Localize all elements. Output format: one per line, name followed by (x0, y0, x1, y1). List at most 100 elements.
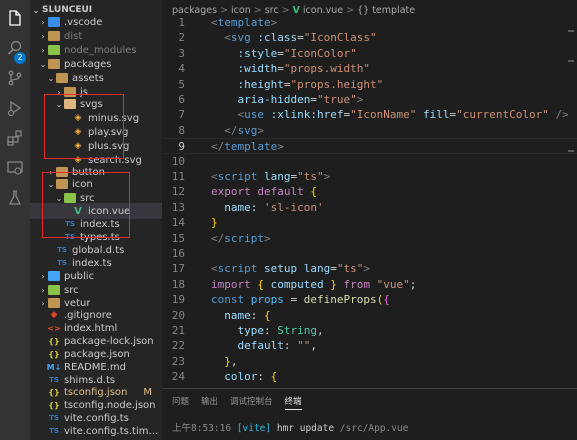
run-debug-icon[interactable] (5, 98, 25, 118)
code-text: </template> (211, 140, 284, 154)
line-number: 11 (171, 170, 185, 183)
breadcrumb-item[interactable]: packages (172, 5, 217, 16)
activity-bar: 2 (0, 0, 30, 440)
tab-terminal[interactable]: 终端 (284, 395, 302, 410)
files-icon[interactable] (5, 8, 25, 28)
tree-item-label: types.ts (80, 231, 120, 243)
code-text: </script> (211, 231, 271, 245)
code-text: } (211, 216, 218, 230)
line-number: 21 (171, 324, 185, 337)
code-line[interactable]: 10 (162, 154, 577, 169)
terminal-message: hmr update (276, 423, 335, 434)
svg-file-icon: ◈ (74, 141, 82, 151)
folder-public-icon (48, 271, 60, 281)
code-line[interactable]: 15 </script> (162, 231, 577, 246)
code-text: name: 'sl-icon' (224, 200, 324, 214)
code-text: type: String, (237, 324, 324, 337)
terminal-tag: [vite] (236, 423, 272, 434)
tree-item-label: icon (72, 178, 93, 190)
line-number: 15 (171, 231, 185, 245)
line-number: 8 (178, 123, 185, 137)
code-line[interactable]: 23 }, (162, 354, 577, 369)
panel-tabs: 问题 输出 调试控制台 终端 (172, 395, 302, 410)
git-file-icon: ◆ (50, 310, 58, 320)
code-line[interactable]: 6 aria-hidden="true"> (162, 92, 577, 107)
tree-item-label: README.md (64, 361, 127, 373)
svg-file-icon: ◈ (74, 113, 82, 123)
vue-file-icon: V (74, 205, 82, 217)
folder-src-icon (64, 193, 76, 203)
breadcrumb-item[interactable]: {} template (357, 5, 415, 16)
code-line[interactable]: 4 :width="props.width" (162, 61, 577, 76)
code-line[interactable]: 24 color: { (162, 369, 577, 384)
tree-item-label: vite.config.ts.timestamp-16... (64, 425, 162, 437)
code-line[interactable]: 21 type: String, (162, 323, 577, 338)
json-file-icon: {} (48, 336, 60, 346)
code-line[interactable]: 1 <template> (162, 15, 577, 30)
line-number: 24 (171, 370, 185, 384)
code-line[interactable]: 17 <script setup lang="ts"> (162, 261, 577, 276)
line-number: 7 (178, 108, 185, 122)
ts-file-icon: TS (57, 259, 67, 267)
folder-icon (48, 31, 60, 41)
folder-svg-icon (64, 99, 76, 109)
code-line[interactable]: 22 default: "", (162, 338, 577, 353)
tree-file[interactable]: TS vite.config.ts.timestamp-16... (30, 423, 162, 439)
chevron-right-icon: › (41, 17, 45, 27)
folder-vscode-icon (48, 17, 60, 27)
code-line[interactable]: 2 <svg :class="IconClass" (162, 30, 577, 45)
breadcrumb-item[interactable]: src (265, 5, 279, 16)
source-control-icon[interactable] (5, 68, 25, 88)
code-line[interactable]: 7 <use :xlink:href="IconName" fill="curr… (162, 107, 577, 122)
folder-icon (48, 59, 60, 69)
extensions-icon[interactable] (5, 128, 25, 148)
tree-item-label: packages (64, 58, 112, 70)
breadcrumb-separator: > (346, 4, 355, 16)
tree-item-label: vite.config.ts (64, 412, 129, 424)
html-file-icon: <> (47, 323, 61, 333)
code-line[interactable]: 19 const props = defineProps({ (162, 292, 577, 307)
line-number: 23 (171, 354, 185, 368)
tree-item-label: icon.vue (88, 205, 131, 217)
tab-debug-console[interactable]: 调试控制台 (230, 395, 273, 410)
code-text: <use :xlink:href="IconName" fill="curren… (237, 108, 569, 122)
code-text: }, (224, 354, 238, 368)
tree-item-label: package-lock.json (64, 335, 154, 347)
code-line[interactable]: 13 name: 'sl-icon' (162, 200, 577, 215)
line-number: 4 (178, 62, 185, 76)
chevron-down-icon: ⌄ (47, 179, 55, 189)
line-number: 1 (178, 16, 185, 29)
chevron-right-icon: › (41, 285, 45, 295)
remote-explorer-icon[interactable] (5, 158, 25, 178)
scm-badge: 2 (14, 52, 26, 64)
ts-file-icon: TS (65, 233, 75, 241)
code-line[interactable]: 3 :style="IconColor" (162, 46, 577, 61)
terminal-path: /src/App.vue (339, 423, 409, 434)
ts-file-icon: TS (57, 246, 67, 254)
code-line[interactable]: 11 <script lang="ts"> (162, 169, 577, 184)
ts-file-icon: TS (49, 414, 59, 422)
code-line[interactable]: 9 </template> (162, 138, 577, 154)
line-number: 2 (178, 31, 185, 45)
terminal-output[interactable]: 上午8:53:16 [vite] hmr update /src/App.vue (172, 420, 408, 434)
line-number: 17 (171, 262, 185, 276)
breadcrumb-item[interactable]: icon.vue (303, 5, 343, 16)
editor-scrollbar[interactable] (565, 0, 577, 388)
code-text: :width="props.width" (237, 62, 370, 76)
folder-node-icon (48, 45, 60, 55)
breadcrumb-item[interactable]: icon (231, 5, 251, 16)
code-line[interactable]: 8 </svg> (162, 123, 577, 138)
code-line[interactable]: 5 :height="props.height" (162, 77, 577, 92)
code-line[interactable]: 18 import { computed } from "vue"; (162, 277, 577, 292)
code-text: color: { (224, 370, 278, 384)
code-editor[interactable]: packages > icon > src > V icon.vue > {} … (162, 0, 577, 399)
code-line[interactable]: 20 name: { (162, 308, 577, 323)
code-line[interactable]: 12 export default { (162, 184, 577, 199)
chevron-down-icon: ⌄ (55, 99, 63, 109)
testing-icon[interactable] (5, 188, 25, 208)
chevron-down-icon: ⌄ (55, 193, 63, 203)
code-line[interactable]: 16 (162, 246, 577, 261)
code-line[interactable]: 14} (162, 215, 577, 230)
tab-problems[interactable]: 问题 (172, 395, 189, 410)
tab-output[interactable]: 输出 (201, 395, 218, 410)
